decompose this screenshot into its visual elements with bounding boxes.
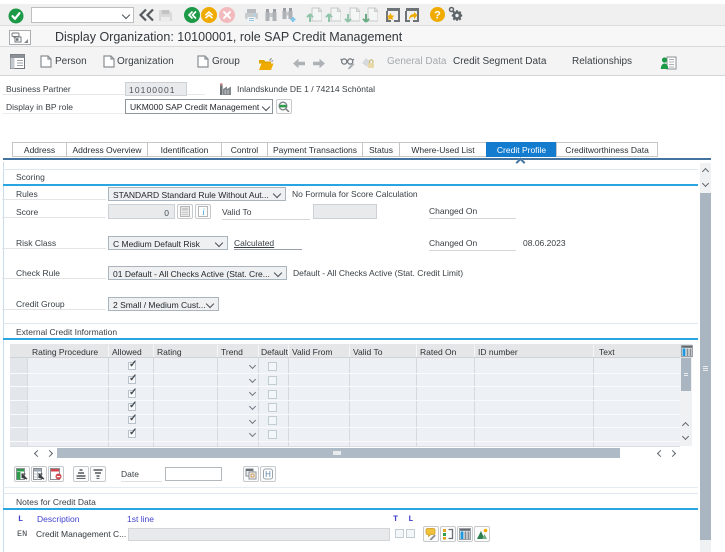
svg-text:?: ? — [434, 10, 441, 22]
svg-text:H: H — [265, 470, 271, 479]
